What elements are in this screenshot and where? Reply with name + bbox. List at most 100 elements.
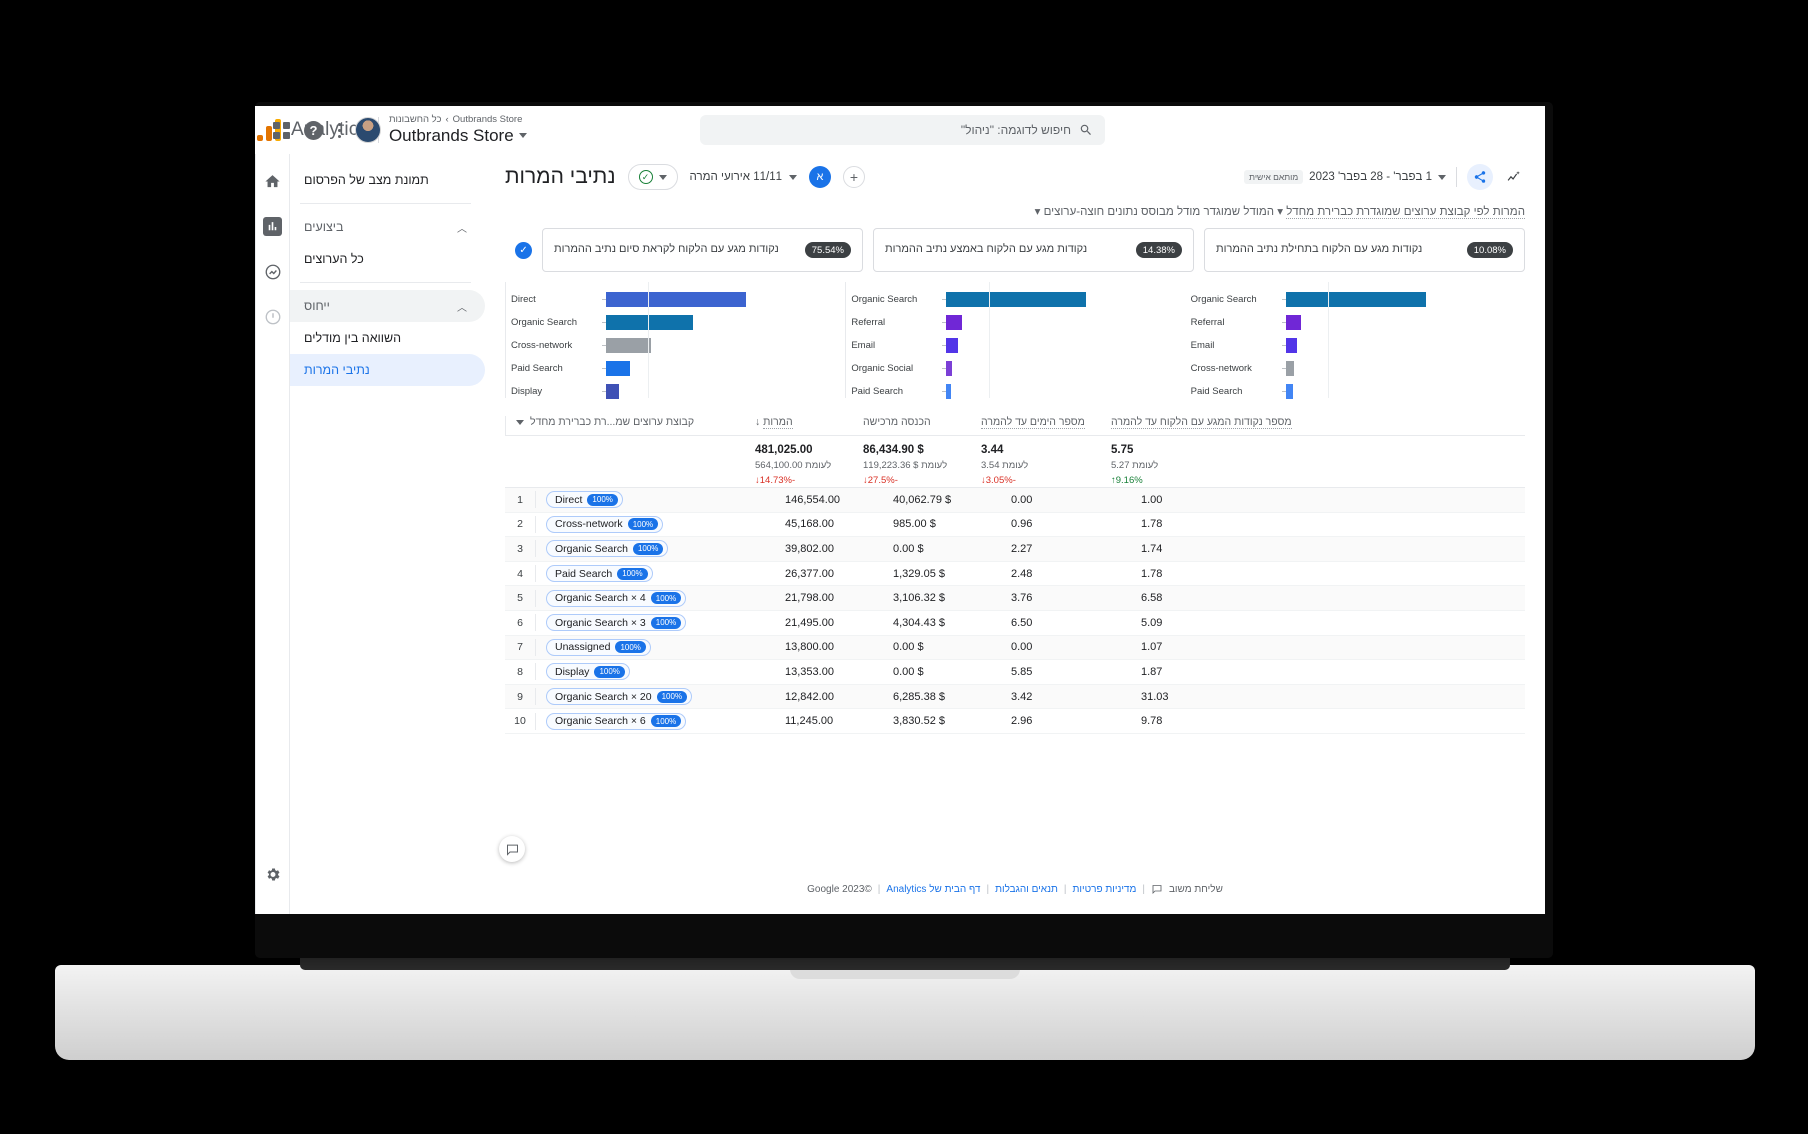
summary-delta: -14.73%↓ xyxy=(755,474,796,486)
admin-gear-icon[interactable] xyxy=(263,865,282,884)
sidebar-item-model-comparison[interactable]: השוואה בין מודלים xyxy=(290,322,485,354)
table-row[interactable]: 1 Direct 100% 146,554.00 $ 40,062.79 0.00 1.00 xyxy=(505,488,1525,513)
sidebar-group-attribution[interactable]: ייחוס ︿ xyxy=(290,290,485,322)
footer-link-analytics-home[interactable]: דף הבית של Analytics xyxy=(886,884,980,895)
chart-bar[interactable] xyxy=(1285,315,1302,330)
funnel-stage-mid[interactable]: נקודות מגע עם הלקוח באמצע נתיב ההמרות 14… xyxy=(873,228,1194,272)
subtitle-model: המודל שמוגדר מודל מבוסס נתונים חוצה-ערוצ… xyxy=(1043,206,1275,218)
path-chip[interactable]: Paid Search 100% xyxy=(546,565,653,583)
chart-bar-row[interactable]: Referral xyxy=(846,311,1185,334)
chart-bar-row[interactable]: Email xyxy=(1186,334,1525,357)
path-chip[interactable]: 3 × Organic Search 100% xyxy=(546,614,687,632)
table-row[interactable]: 4 Paid Search 100% 26,377.00 $ 1,329.05 2.48 1… xyxy=(505,562,1525,587)
footer-feedback-icon[interactable] xyxy=(1151,883,1163,896)
audience-badge[interactable]: א xyxy=(808,166,831,188)
footer-sep: | xyxy=(1063,884,1067,895)
path-chip[interactable]: Display 100% xyxy=(546,663,630,681)
path-chip[interactable]: Direct 100% xyxy=(546,491,623,509)
th-days-to-conversion[interactable]: מספר הימים עד להמרה xyxy=(981,416,1111,435)
user-avatar[interactable] xyxy=(355,117,381,143)
chart-bar[interactable] xyxy=(606,361,630,376)
more-vert-icon[interactable] xyxy=(337,122,341,138)
path-chip[interactable]: 6 × Organic Search 100% xyxy=(546,712,687,730)
path-chip[interactable]: 4 × Organic Search 100% xyxy=(546,589,687,607)
search-input[interactable]: חיפוש לדוגמה: "ניהול" xyxy=(700,115,1105,145)
conversion-events-chip[interactable]: ✓ xyxy=(627,164,678,190)
th-revenue[interactable]: הכנסה מרכישה xyxy=(863,416,981,435)
chart-bar[interactable] xyxy=(606,338,651,353)
chart-bar-row[interactable]: Paid Search xyxy=(846,380,1185,403)
chart-bar-row[interactable]: Direct xyxy=(506,288,845,311)
table-row[interactable]: 8 Display 100% 13,353.00 $ 0.00 5.85 1.87 xyxy=(505,660,1525,685)
chart-bar[interactable] xyxy=(946,292,1087,307)
chart-bar-row[interactable]: Display xyxy=(506,380,845,403)
insights-button[interactable] xyxy=(1503,166,1525,188)
subtitle-caret-2: ▾ xyxy=(1034,206,1041,218)
funnel-stage-early[interactable]: נקודות מגע עם הלקוח לקראת סיום נתיב ההמר… xyxy=(542,228,863,272)
chart-bar-row[interactable]: Paid Search xyxy=(1186,380,1525,403)
page-footer: ©2023 Google | דף הבית של Analytics | תנ… xyxy=(485,883,1545,896)
share-button[interactable] xyxy=(1467,164,1493,190)
chart-bar-row[interactable]: Organic Search xyxy=(506,311,845,334)
footer-link-terms[interactable]: תנאים והגבלות xyxy=(995,884,1058,895)
cell-touchpoints: 1.78 xyxy=(1141,567,1163,580)
th-conversions[interactable]: המרות ↓ xyxy=(755,416,863,435)
sidebar-item-conversion-paths[interactable]: נתיבי המרות xyxy=(290,354,485,386)
chart-bar-row[interactable]: Referral xyxy=(1186,311,1525,334)
chart-bar[interactable] xyxy=(946,361,952,376)
footer-link-privacy[interactable]: מדיניות פרטיות xyxy=(1072,884,1136,895)
chart-bar[interactable] xyxy=(1285,338,1297,353)
chart-bar-row[interactable]: Paid Search xyxy=(506,357,845,380)
funnel-stage-late[interactable]: נקודות מגע עם הלקוח בתחילת נתיב ההמרות 1… xyxy=(1204,228,1525,272)
chart-bar-row[interactable]: Cross-network xyxy=(506,334,845,357)
path-chip[interactable]: Organic Search 100% xyxy=(546,540,669,558)
summary-value: 481,025.00 xyxy=(755,444,813,456)
chart-bar-row[interactable]: Email xyxy=(846,334,1185,357)
th-touchpoints[interactable]: מספר נקודות המגע עם הלקוח עד להמרה xyxy=(1111,416,1525,435)
chart-axis-tick xyxy=(1281,299,1286,300)
feedback-button[interactable] xyxy=(499,836,525,862)
path-chip[interactable]: 20 × Organic Search 100% xyxy=(546,688,693,706)
path-chip[interactable]: Unassigned 100% xyxy=(546,638,651,656)
apps-grid-icon[interactable] xyxy=(273,121,290,139)
chart-bar[interactable] xyxy=(1285,361,1295,376)
chart-bar[interactable] xyxy=(1285,384,1293,399)
explore-icon[interactable] xyxy=(263,262,282,281)
conversion-events-selector[interactable]: 11/11 אירועי המרה xyxy=(690,171,797,183)
chart-bar[interactable] xyxy=(1285,292,1426,307)
help-icon[interactable]: ? xyxy=(304,120,323,140)
table-row[interactable]: 9 20 × Organic Search 100% 12,842.00 $ 6,285… xyxy=(505,684,1525,710)
table-row[interactable]: 5 4 × Organic Search 100% 21,798.00 $ 3,106.… xyxy=(505,586,1525,611)
table-row[interactable]: 6 3 × Organic Search 100% 21,495.00 $ 4,304.… xyxy=(505,611,1525,636)
date-range-picker[interactable]: מותאם אישית 1 בפבר' - 28 בפבר' 2023 xyxy=(1244,170,1446,184)
table-summary-row: 481,025.00 לעומת 564,100.00 -14.73%↓ $ 8… xyxy=(505,436,1525,488)
chart-bar[interactable] xyxy=(606,292,746,307)
funnel-selected-check-icon[interactable]: ✓ xyxy=(515,241,532,259)
chart-bar[interactable] xyxy=(946,384,951,399)
add-comparison-button[interactable]: + xyxy=(842,166,865,188)
chart-bar-row[interactable]: Organic Social xyxy=(846,357,1185,380)
table-row[interactable]: 2 Cross-network 100% 45,168.00 $ 985.00 0.96 1… xyxy=(505,513,1525,538)
sidebar-item-advertising-snapshot[interactable]: תמונת מצב של הפרסום xyxy=(290,164,485,196)
home-icon[interactable] xyxy=(263,172,282,191)
sidebar-item-all-channels[interactable]: כל הערוצים xyxy=(290,243,485,275)
path-chip[interactable]: Cross-network 100% xyxy=(546,515,664,533)
table-row[interactable]: 10 6 × Organic Search 100% 11,245.00 $ 3,830… xyxy=(505,709,1525,734)
account-name[interactable]: Outbrands Store xyxy=(389,126,527,146)
chart-bar[interactable] xyxy=(946,315,962,330)
sidebar-group-performance[interactable]: ביצועים ︿ xyxy=(290,211,485,243)
th-channel-group[interactable]: קבוצת ערוצים שמ...רת כברירת מחדל xyxy=(505,416,755,435)
account-selector[interactable]: כל החשבונות › Outbrands Store Outbrands … xyxy=(389,114,527,146)
chart-bar[interactable] xyxy=(946,338,958,353)
chart-bar[interactable] xyxy=(606,315,693,330)
footer-feedback-label[interactable]: שליחת משוב xyxy=(1169,884,1223,895)
table-row[interactable]: 3 Organic Search 100% 39,802.00 $ 0.00 2.27 1.… xyxy=(505,537,1525,562)
reports-icon[interactable] xyxy=(263,217,282,236)
advertising-icon[interactable] xyxy=(263,307,282,326)
report-subtitle[interactable]: המרות לפי קבוצת ערוצים שמוגדרת כברירת מח… xyxy=(485,198,1545,228)
chart-bar[interactable] xyxy=(606,384,619,399)
chart-bar-row[interactable]: Cross-network xyxy=(1186,357,1525,380)
chart-bar-row[interactable]: Organic Search xyxy=(846,288,1185,311)
table-row[interactable]: 7 Unassigned 100% 13,800.00 $ 0.00 0.00 1.07 xyxy=(505,635,1525,661)
chart-bar-row[interactable]: Organic Search xyxy=(1186,288,1525,311)
